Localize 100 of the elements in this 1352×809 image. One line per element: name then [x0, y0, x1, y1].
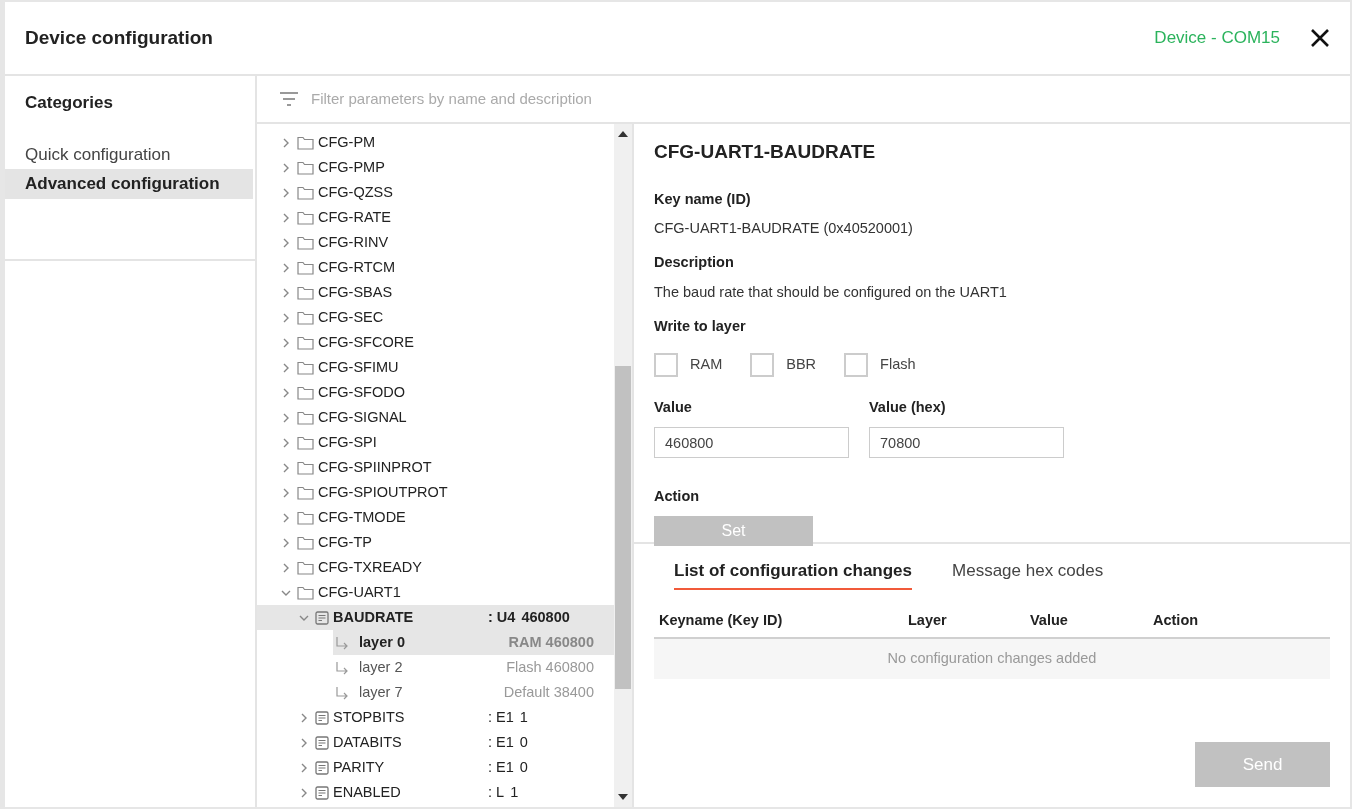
- checkbox[interactable]: [750, 353, 775, 378]
- chevron-right-icon[interactable]: [299, 787, 309, 798]
- folder-icon: [297, 385, 314, 400]
- tree-item-label: CFG-SBAS: [318, 282, 393, 302]
- chevron-right-icon[interactable]: [281, 537, 291, 548]
- tree-item-value: 0: [519, 732, 528, 752]
- column-header: Value: [1030, 610, 1069, 630]
- chevron-right-icon[interactable]: [299, 737, 309, 748]
- selected-row-highlight[interactable]: layer 0 RAM 460800: [333, 630, 614, 655]
- folder-icon: [297, 510, 314, 525]
- parameter-title: CFG-UART1-BAUDRATE: [654, 140, 877, 164]
- chevron-right-icon[interactable]: [281, 337, 291, 348]
- chevron-right-icon[interactable]: [281, 212, 291, 223]
- scrollbar[interactable]: [614, 124, 632, 807]
- tab[interactable]: Message hex codes: [952, 556, 1104, 590]
- chevron-right-icon[interactable]: [281, 262, 291, 273]
- selected-row-highlight[interactable]: BAUDRATE : U4 460800: [257, 605, 614, 630]
- document-icon: [315, 610, 329, 625]
- chevron-right-icon[interactable]: [281, 137, 291, 148]
- tree-item-label: CFG-UART1: [318, 582, 401, 602]
- chevron-right-icon[interactable]: [281, 287, 291, 298]
- key-name-text: CFG-UART1-BAUDRATE (0x40520001): [654, 219, 914, 239]
- dialog-title: Device configuration: [25, 25, 213, 50]
- corner-arrow-icon: [335, 660, 349, 675]
- tree-item-value: : L: [488, 782, 505, 802]
- chevron-right-icon[interactable]: [281, 237, 291, 248]
- tree-item-label: CFG-RTCM: [318, 257, 396, 277]
- tree-item-value: RAM 460800: [508, 632, 594, 652]
- tree-item-label: CFG-SFIMU: [318, 357, 399, 377]
- tree-item-label: CFG-QZSS: [318, 182, 393, 202]
- tree-item-label: CFG-SIGNAL: [318, 407, 407, 427]
- column-header: Keyname (Key ID): [659, 610, 784, 630]
- tree-item-label: CFG-PMP: [318, 157, 385, 177]
- checkbox[interactable]: [844, 353, 869, 378]
- document-icon: [315, 785, 329, 800]
- tree-item-label: CFG-TXREADY: [318, 557, 422, 577]
- chevron-right-icon[interactable]: [281, 562, 291, 573]
- close-icon[interactable]: [1310, 28, 1330, 48]
- folder-icon: [297, 585, 314, 600]
- chevron-right-icon[interactable]: [299, 712, 309, 723]
- section-label: Action: [654, 487, 701, 506]
- tree-item-label: CFG-TMODE: [318, 507, 406, 527]
- folder-icon: [297, 135, 314, 150]
- tree-item-value: : U4: [488, 607, 516, 627]
- folder-icon: [297, 310, 314, 325]
- chevron-right-icon[interactable]: [299, 762, 309, 773]
- scroll-up-icon[interactable]: [618, 131, 628, 137]
- chevron-right-icon[interactable]: [281, 437, 291, 448]
- tree-item-label: layer 7: [359, 682, 403, 702]
- tab[interactable]: List of configuration changes: [674, 556, 912, 590]
- folder-icon: [297, 235, 314, 250]
- empty-table-message: No configuration changes added: [654, 639, 1330, 679]
- chevron-right-icon[interactable]: [281, 162, 291, 173]
- tree-item-label: CFG-SFCORE: [318, 332, 414, 352]
- document-icon: [315, 710, 329, 725]
- section-label: Description: [654, 253, 735, 272]
- device-label: Device - COM15: [1154, 27, 1280, 50]
- tree-item-label: ENABLED: [333, 782, 402, 802]
- tree-item-value: 1: [510, 782, 519, 802]
- section-label: Key name (ID): [654, 189, 752, 209]
- document-icon: [315, 735, 329, 750]
- folder-icon: [297, 560, 314, 575]
- chevron-right-icon[interactable]: [281, 462, 291, 473]
- folder-icon: [297, 485, 314, 500]
- column-header: Layer: [908, 610, 948, 630]
- tree-item-label: CFG-SFODO: [318, 382, 405, 402]
- sidebar-item[interactable]: Quick configuration: [5, 139, 253, 169]
- scroll-down-icon[interactable]: [618, 794, 628, 800]
- folder-icon: [297, 210, 314, 225]
- tree-item-value: 460800: [521, 607, 570, 627]
- chevron-right-icon[interactable]: [281, 512, 291, 523]
- sidebar-item[interactable]: Advanced configuration: [5, 169, 253, 199]
- filter-icon: [279, 91, 299, 107]
- tree-item-value: : E1: [488, 732, 514, 752]
- chevron-right-icon[interactable]: [281, 312, 291, 323]
- tree-item-label: CFG-TP: [318, 532, 372, 552]
- corner-arrow-icon: [335, 635, 349, 650]
- input-field[interactable]: 70800: [869, 427, 1064, 458]
- tree-item-label: CFG-SPI: [318, 432, 377, 452]
- folder-icon: [297, 260, 314, 275]
- tree-item-label: layer 0: [359, 632, 405, 652]
- tree-item-label: DATABITS: [333, 732, 403, 752]
- chevron-right-icon[interactable]: [281, 387, 291, 398]
- chevron-right-icon[interactable]: [281, 187, 291, 198]
- folder-icon: [297, 460, 314, 475]
- tree-item-value: 0: [519, 757, 528, 777]
- input-field[interactable]: 460800: [654, 427, 849, 458]
- chevron-right-icon[interactable]: [281, 412, 291, 423]
- checkbox[interactable]: [654, 353, 678, 378]
- chevron-right-icon[interactable]: [281, 362, 291, 373]
- folder-icon: [297, 185, 314, 200]
- tree-item-label: CFG-RINV: [318, 232, 389, 252]
- chevron-right-icon[interactable]: [281, 487, 291, 498]
- tree-item-value: : E1: [488, 707, 514, 727]
- field-label: Value (hex): [869, 398, 947, 418]
- folder-icon: [297, 160, 314, 175]
- document-icon: [315, 760, 329, 775]
- folder-icon: [297, 335, 314, 350]
- tree-item-label: BAUDRATE: [333, 607, 415, 627]
- folder-icon: [297, 285, 314, 300]
